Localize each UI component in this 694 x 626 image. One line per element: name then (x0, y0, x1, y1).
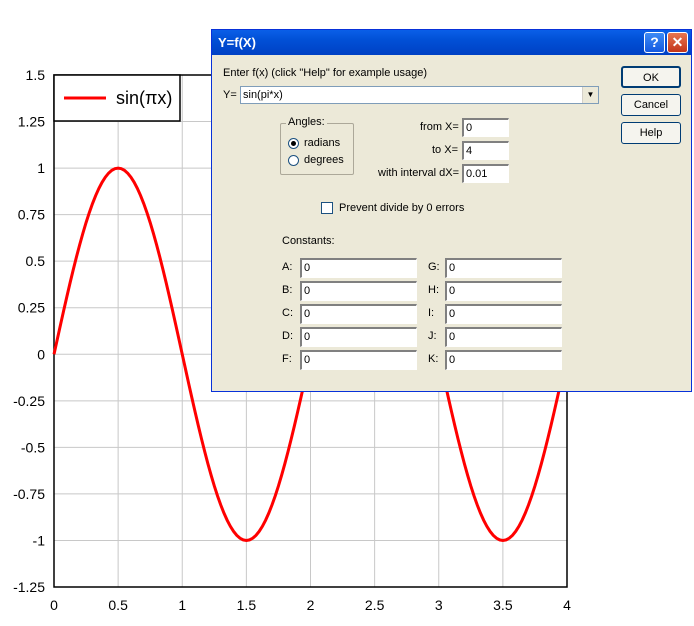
close-icon[interactable]: ✕ (667, 32, 688, 53)
y-tick-label: 1.25 (18, 114, 45, 130)
help-button[interactable]: Help (621, 122, 681, 144)
prevent-divide-label: Prevent divide by 0 errors (339, 202, 465, 214)
y-tick-label: -1.25 (13, 579, 45, 595)
angles-group (280, 123, 354, 175)
dialog-title: Y=f(X) (218, 35, 256, 50)
constant-label: K: (428, 353, 439, 365)
from-x-label: from X= (420, 121, 459, 133)
cancel-button[interactable]: Cancel (621, 94, 681, 116)
interval-label: with interval dX= (378, 167, 460, 179)
y-tick-label: -0.5 (21, 439, 45, 455)
constant-input[interactable]: 0 (300, 281, 417, 301)
dialog-titlebar[interactable]: Y=f(X) ? ✕ (212, 30, 691, 55)
angles-label: Angles: (286, 116, 327, 128)
x-tick-label: 2 (307, 597, 315, 613)
y-tick-label: -0.25 (13, 393, 45, 409)
legend-label: sin(πx) (116, 88, 172, 108)
expression-combobox[interactable]: sin(pi*x) ▼ (240, 86, 599, 104)
constant-label: B: (282, 284, 293, 296)
ok-button[interactable]: OK (621, 66, 681, 88)
x-tick-label: 2.5 (365, 597, 385, 613)
constant-label: D: (282, 330, 293, 342)
radians-label: radians (304, 137, 341, 149)
expression-value: sin(pi*x) (243, 89, 283, 101)
help-icon[interactable]: ? (644, 32, 665, 53)
constant-label: H: (428, 284, 439, 296)
prevent-divide-checkbox[interactable] (321, 202, 333, 214)
radians-radio[interactable] (288, 138, 299, 149)
y-tick-label: 0.5 (26, 253, 46, 269)
constant-input[interactable]: 0 (445, 304, 562, 324)
y-tick-label: 1.5 (26, 67, 46, 83)
x-tick-label: 4 (563, 597, 571, 613)
constant-label: C: (282, 307, 293, 319)
x-tick-label: 0.5 (108, 597, 128, 613)
x-tick-label: 0 (50, 597, 58, 613)
x-tick-label: 3.5 (493, 597, 513, 613)
degrees-radio[interactable] (288, 155, 299, 166)
to-x-label: to X= (432, 144, 458, 156)
constant-label: G: (428, 261, 440, 273)
to-x-input[interactable]: 4 (462, 141, 509, 160)
y-tick-label: 0.25 (18, 300, 45, 316)
constant-label: J: (428, 330, 437, 342)
constants-label: Constants: (282, 235, 335, 247)
y-tick-label: -1 (33, 532, 46, 548)
constant-input[interactable]: 0 (300, 350, 417, 370)
constant-input[interactable]: 0 (445, 350, 562, 370)
constant-label: F: (282, 353, 292, 365)
constant-input[interactable]: 0 (445, 327, 562, 347)
constant-input[interactable]: 0 (300, 258, 417, 278)
constant-label: I: (428, 307, 435, 319)
constant-label: A: (282, 261, 293, 273)
y-tick-label: 0 (37, 346, 45, 362)
from-x-input[interactable]: 0 (462, 118, 509, 137)
enter-fx-label: Enter f(x) (click "Help" for example usa… (223, 67, 428, 79)
degrees-label: degrees (304, 154, 344, 166)
x-tick-label: 3 (435, 597, 443, 613)
constant-input[interactable]: 0 (445, 258, 562, 278)
y-tick-label: 0.75 (18, 207, 45, 223)
chevron-down-icon[interactable]: ▼ (582, 87, 598, 103)
x-tick-label: 1.5 (237, 597, 257, 613)
interval-input[interactable]: 0.01 (462, 164, 509, 183)
constant-input[interactable]: 0 (300, 327, 417, 347)
x-tick-label: 1 (178, 597, 186, 613)
y-tick-label: 1 (37, 160, 45, 176)
constant-input[interactable]: 0 (300, 304, 417, 324)
y-equals-label: Y= (223, 89, 237, 101)
y-tick-label: -0.75 (13, 486, 45, 502)
constant-input[interactable]: 0 (445, 281, 562, 301)
